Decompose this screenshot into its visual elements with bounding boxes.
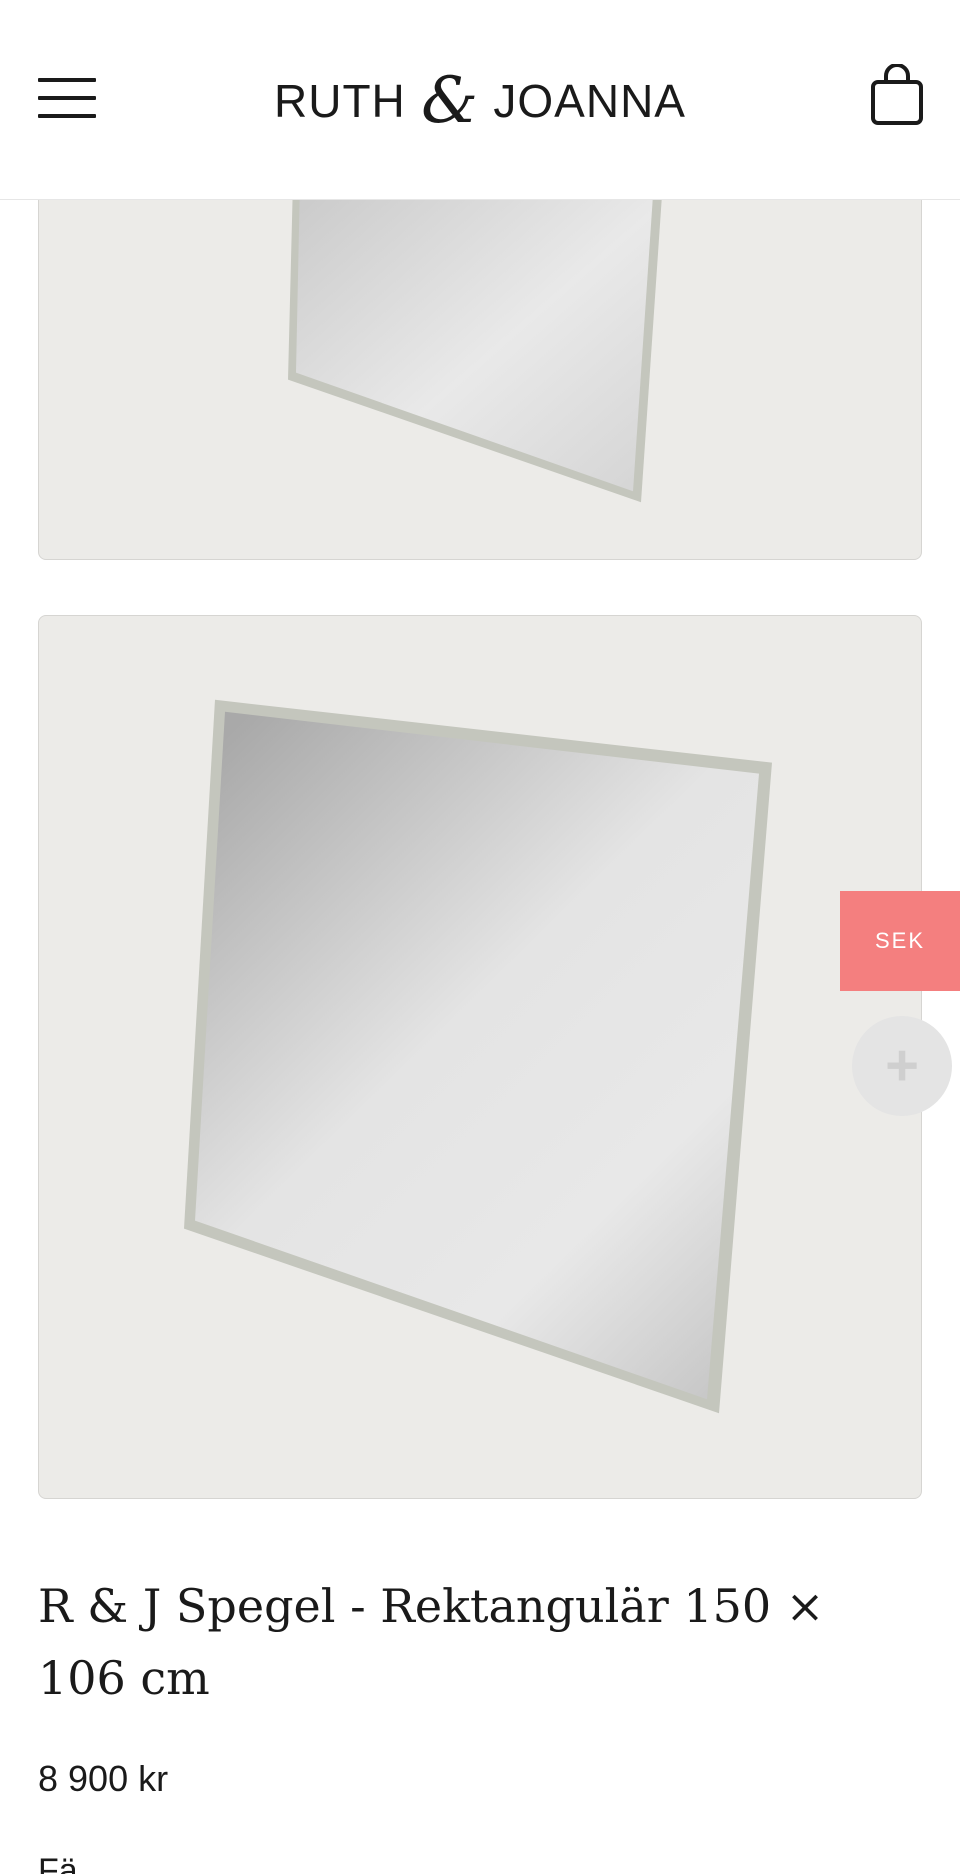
site-header: RUTH & JOANNA	[0, 0, 960, 200]
product-image-2[interactable]	[38, 615, 922, 1499]
plus-icon: +	[885, 1033, 919, 1098]
brand-logo[interactable]: RUTH & JOANNA	[274, 66, 686, 136]
logo-ampersand: &	[421, 64, 479, 138]
plus-button[interactable]: +	[852, 1016, 952, 1116]
shopping-bag-icon[interactable]	[870, 63, 924, 126]
currency-label: SEK	[874, 928, 926, 953]
currency-selector[interactable]: SEK	[840, 891, 960, 991]
logo-left-word: RUTH	[274, 75, 406, 127]
hamburger-icon[interactable]	[38, 78, 96, 118]
product-title: R & J Spegel - Rektangulär 150 × 106 cm	[38, 1579, 825, 1705]
product-page: RUTH & JOANNA SEK + R & J Spegel - Rekta…	[0, 0, 960, 1874]
color-label-cutoff: Fä	[38, 1852, 78, 1874]
product-price: 8 900 kr	[38, 1758, 169, 1799]
logo-right-word: JOANNA	[493, 75, 686, 127]
